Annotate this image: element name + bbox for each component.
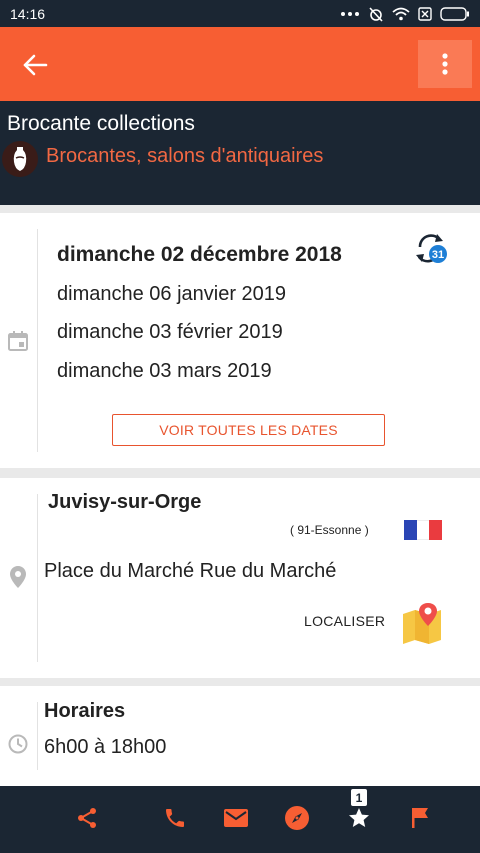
see-all-dates-button[interactable]: VOIR TOUTES LES DATES — [112, 414, 385, 446]
sim-icon — [418, 6, 432, 21]
favorite-button[interactable] — [345, 804, 373, 832]
france-flag-icon — [404, 520, 443, 540]
map-pin-icon[interactable] — [402, 602, 442, 648]
recurrence-count: 31 — [432, 249, 444, 261]
vase-icon — [2, 141, 38, 177]
star-icon — [349, 808, 369, 827]
call-button[interactable] — [161, 804, 189, 832]
event-category: Brocantes, salons d'antiquaires — [46, 145, 324, 167]
hours-value: 6h00 à 18h00 — [44, 736, 167, 758]
status-bar: 14:16 — [0, 0, 480, 27]
date-item: dimanche 03 février 2019 — [57, 321, 283, 343]
clock-icon — [7, 733, 29, 755]
overflow-menu-button[interactable] — [418, 40, 472, 88]
date-item: dimanche 02 décembre 2018 — [57, 243, 342, 266]
place-icon — [7, 566, 29, 588]
event-header: Brocante collections Brocantes, salons d… — [0, 101, 480, 205]
battery-icon — [440, 6, 470, 21]
calendar-icon — [7, 330, 29, 352]
more-notifications-icon — [340, 11, 360, 17]
date-item: dimanche 06 janvier 2019 — [57, 283, 287, 305]
compass-icon — [285, 806, 309, 830]
hours-title: Horaires — [44, 700, 126, 722]
event-title: Brocante collections — [7, 112, 195, 135]
share-icon — [78, 808, 96, 828]
recurrence-icon: 31 — [415, 233, 449, 269]
dates-card: dimanche 02 décembre 2018 dimanche 06 ja… — [0, 213, 480, 468]
directions-button[interactable] — [283, 804, 311, 832]
arrow-back-icon — [23, 54, 48, 76]
share-button[interactable] — [73, 804, 101, 832]
mail-icon — [224, 809, 248, 827]
bottom-action-bar — [0, 786, 480, 853]
status-time: 14:16 — [10, 5, 46, 22]
phone-icon — [166, 809, 184, 827]
location-card: Juvisy-sur-Orge ( 91-Essonne ) Place du … — [0, 478, 480, 678]
locate-button[interactable]: LOCALISER — [304, 613, 385, 629]
alarm-off-icon — [368, 6, 384, 22]
report-button[interactable] — [406, 804, 434, 832]
app-bar — [0, 27, 480, 101]
hours-card: Horaires 6h00 à 18h00 — [0, 686, 480, 786]
department: ( 91-Essonne ) — [290, 523, 369, 537]
favorite-count-badge: 1 — [351, 789, 367, 806]
email-button[interactable] — [222, 804, 250, 832]
more-vert-icon — [442, 53, 448, 75]
date-item: dimanche 03 mars 2019 — [57, 360, 272, 382]
back-button[interactable] — [14, 44, 56, 86]
address: Place du Marché Rue du Marché — [44, 560, 337, 582]
city-name: Juvisy-sur-Orge — [48, 491, 202, 513]
flag-icon — [412, 808, 428, 828]
wifi-icon — [392, 7, 410, 21]
